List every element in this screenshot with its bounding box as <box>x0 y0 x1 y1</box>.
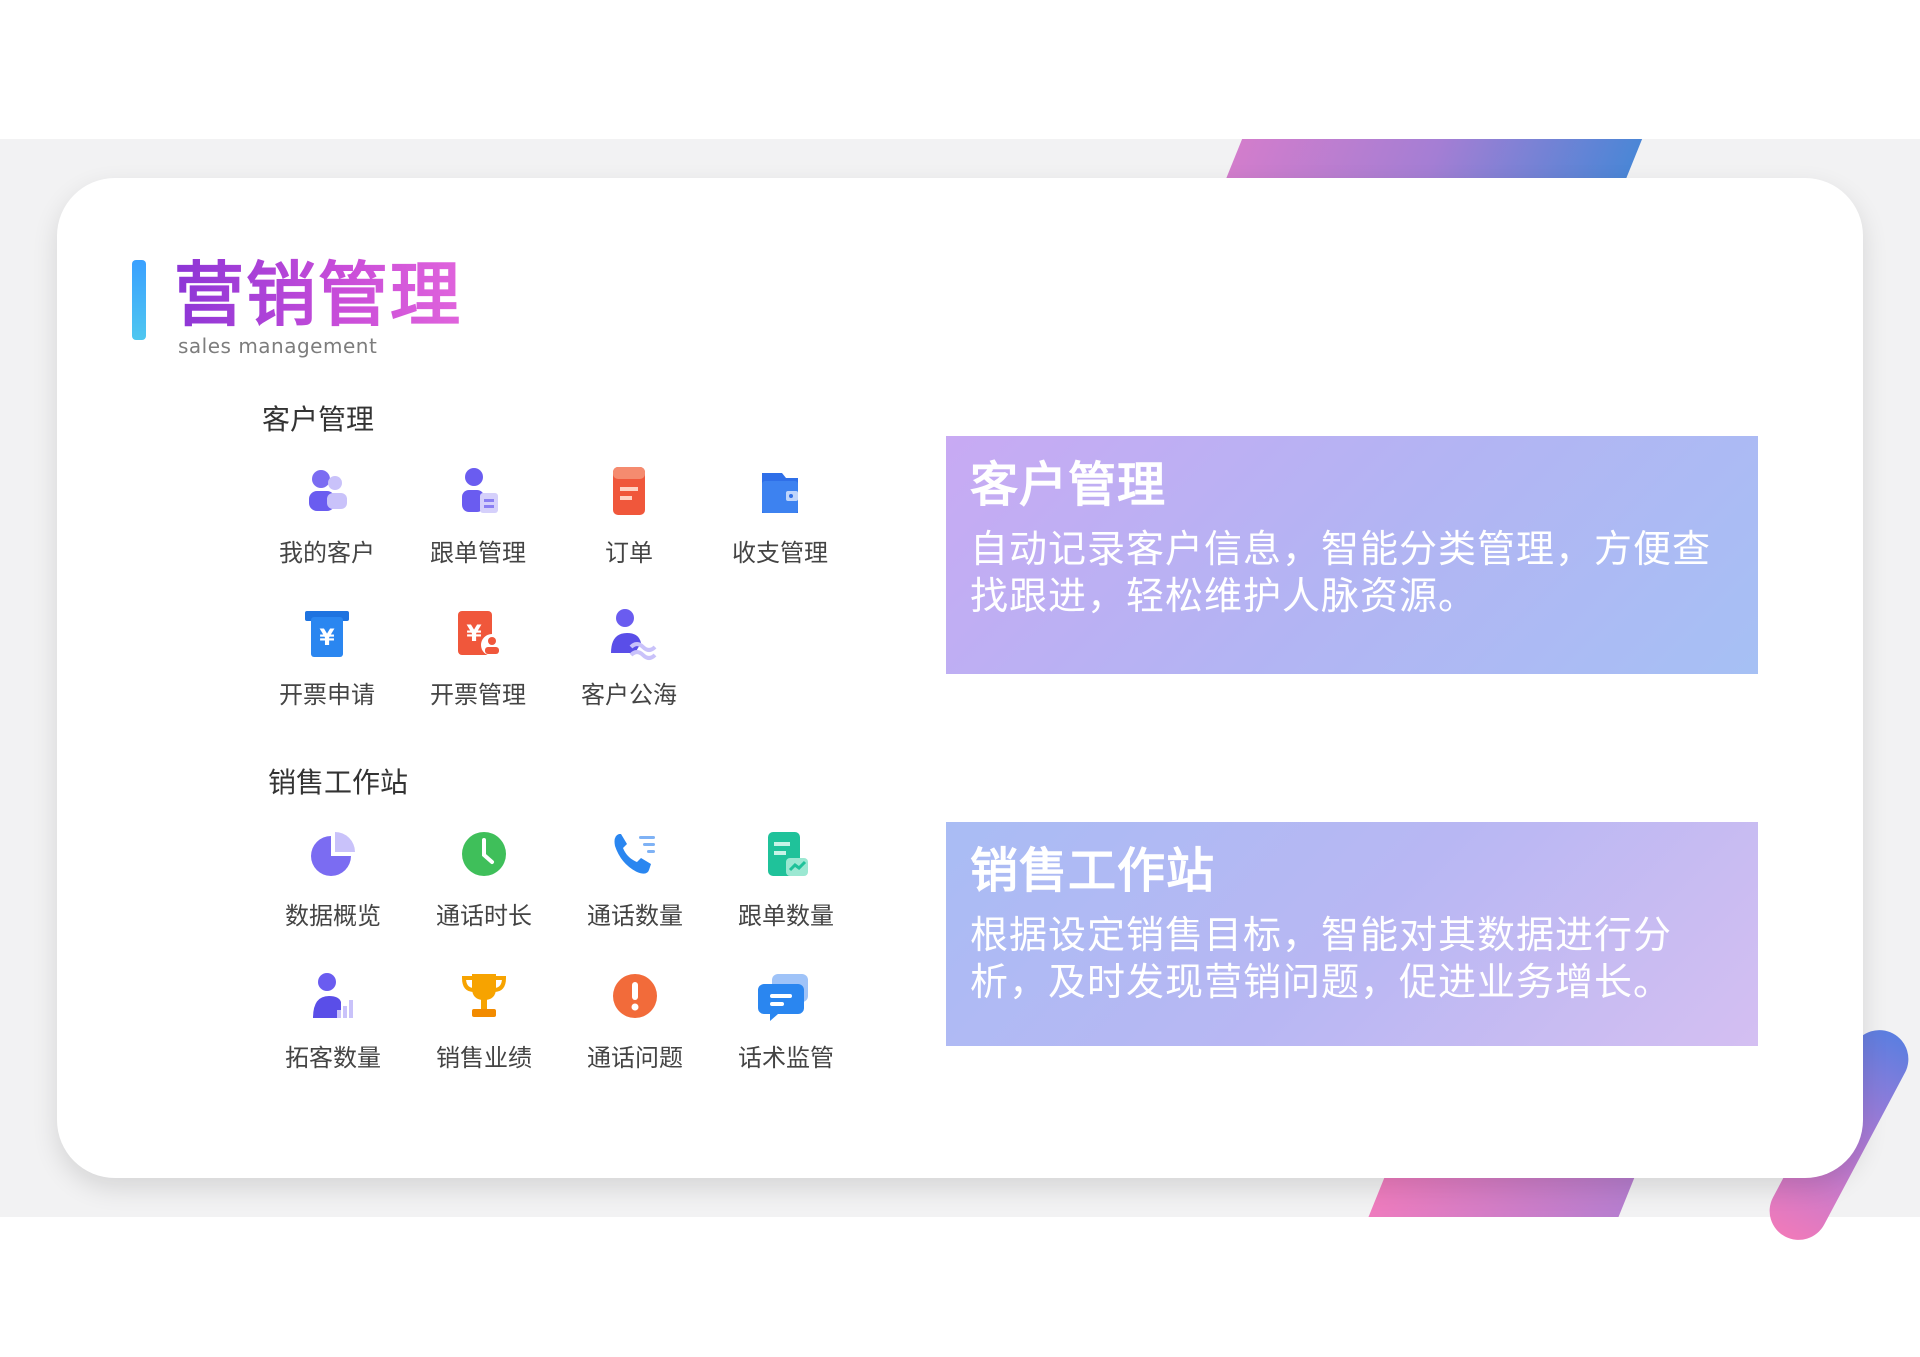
invoice-yuan-icon: ¥ <box>305 611 349 657</box>
trophy-icon <box>461 974 507 1017</box>
feature-follow-up-management[interactable]: 跟单管理 <box>403 463 553 583</box>
section-title-customer: 客户管理 <box>262 403 375 436</box>
title-accent-bar <box>132 260 146 340</box>
feature-label: 我的客户 <box>279 539 375 567</box>
feature-label: 跟单数量 <box>738 902 834 930</box>
chat-lines-icon <box>758 974 808 1021</box>
feature-label: 通话数量 <box>587 902 683 930</box>
info-panel-title: 客户管理 <box>970 457 1167 513</box>
info-panel-title: 销售工作站 <box>970 843 1216 899</box>
feature-label: 跟单管理 <box>430 539 526 567</box>
info-line: 析，及时发现营销问题，促进业务增长。 <box>970 960 1673 1004</box>
info-panel-text: 自动记录客户信息，智能分类管理，方便查 找跟进，轻松维护人脉资源。 <box>970 526 1734 620</box>
feature-label: 销售业绩 <box>436 1044 532 1072</box>
info-line: 找跟进，轻松维护人脉资源。 <box>970 574 1478 618</box>
feature-label: 收支管理 <box>732 539 828 567</box>
page-title: 营销管理 <box>174 254 462 336</box>
feature-orders[interactable]: 订单 <box>554 463 704 583</box>
svg-text:¥: ¥ <box>466 622 482 647</box>
feature-call-count[interactable]: 通话数量 <box>560 826 710 946</box>
info-line: 自动记录客户信息，智能分类管理，方便查 <box>970 527 1712 571</box>
feature-invoice-management[interactable]: ¥ 开票管理 <box>403 605 553 725</box>
feature-prospect-count[interactable]: 拓客数量 <box>258 968 408 1088</box>
feature-income-expense[interactable]: 收支管理 <box>705 463 855 583</box>
phone-list-icon <box>614 834 655 874</box>
section-title-sales: 销售工作站 <box>268 766 409 799</box>
user-wave-icon <box>611 609 657 660</box>
order-doc-icon <box>613 467 645 515</box>
user-group-icon <box>309 470 347 511</box>
feature-script-supervision[interactable]: 话术监管 <box>711 968 861 1088</box>
feature-data-overview[interactable]: 数据概览 <box>258 826 408 946</box>
feature-my-customers[interactable]: 我的客户 <box>252 463 402 583</box>
info-panel-customer: 客户管理 自动记录客户信息，智能分类管理，方便查 找跟进，轻松维护人脉资源。 <box>946 436 1758 674</box>
feature-label: 通话时长 <box>436 902 532 930</box>
info-line: 根据设定销售目标，智能对其数据进行分 <box>970 913 1673 957</box>
feature-label: 数据概览 <box>285 902 381 930</box>
feature-label: 通话问题 <box>587 1044 683 1072</box>
info-panel-sales: 销售工作站 根据设定销售目标，智能对其数据进行分 析，及时发现营销问题，促进业务… <box>946 822 1758 1046</box>
user-bars-icon <box>313 973 353 1018</box>
user-doc-icon <box>462 468 498 513</box>
feature-sales-performance[interactable]: 销售业绩 <box>409 968 559 1088</box>
feature-customer-pool[interactable]: 客户公海 <box>554 605 704 725</box>
doc-chart-icon <box>768 832 808 876</box>
invoice-user-icon: ¥ <box>458 611 503 656</box>
feature-label: 开票申请 <box>279 681 375 709</box>
feature-label: 开票管理 <box>430 681 526 709</box>
feature-label: 拓客数量 <box>285 1044 381 1072</box>
feature-call-issues[interactable]: 通话问题 <box>560 968 710 1088</box>
wallet-icon <box>762 473 798 513</box>
feature-label: 客户公海 <box>581 681 677 709</box>
svg-text:¥: ¥ <box>319 626 335 651</box>
pie-chart-icon <box>311 832 355 876</box>
feature-label: 话术监管 <box>738 1044 834 1072</box>
clock-icon <box>462 832 506 876</box>
page-subtitle: sales management <box>178 334 378 358</box>
feature-invoice-request[interactable]: ¥ 开票申请 <box>252 605 402 725</box>
feature-label: 订单 <box>605 539 653 567</box>
feature-call-duration[interactable]: 通话时长 <box>409 826 559 946</box>
feature-follow-up-count[interactable]: 跟单数量 <box>711 826 861 946</box>
info-panel-text: 根据设定销售目标，智能对其数据进行分 析，及时发现营销问题，促进业务增长。 <box>970 912 1734 1006</box>
exclamation-icon <box>613 974 657 1018</box>
